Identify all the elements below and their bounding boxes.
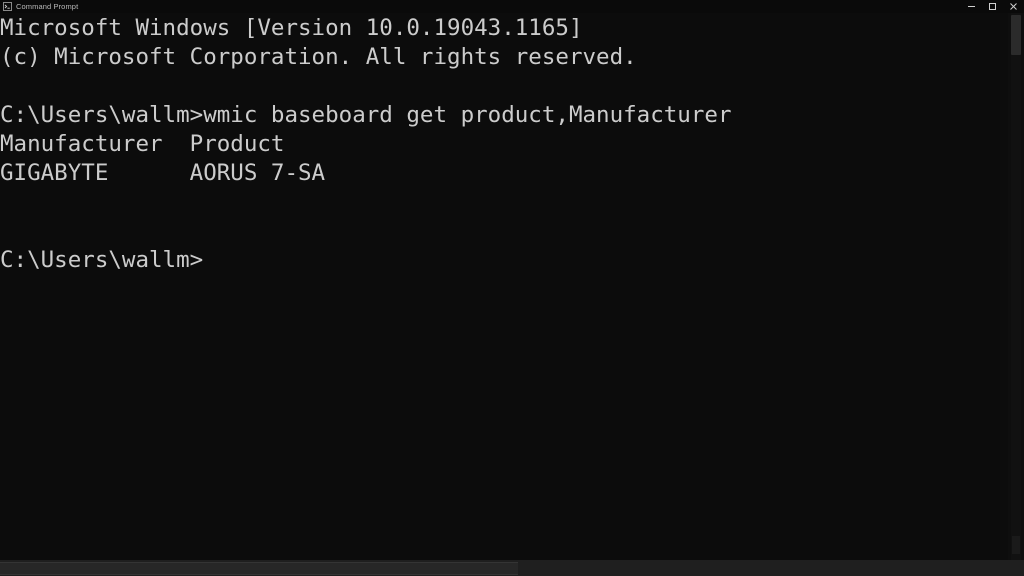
- close-button[interactable]: [1003, 0, 1024, 13]
- horizontal-scrollbar[interactable]: [0, 560, 1024, 576]
- terminal-result-row: GIGABYTE AORUS 7-SA: [0, 160, 326, 186]
- terminal-result-header: Manufacturer Product: [0, 131, 285, 157]
- terminal-prompt-line: C:\Users\wallm>: [0, 247, 204, 273]
- horizontal-scrollbar-thumb[interactable]: [0, 562, 518, 575]
- title-bar[interactable]: Command Prompt: [0, 0, 1024, 13]
- terminal-screen: Microsoft Windows [Version 10.0.19043.11…: [0, 13, 732, 275]
- maximize-button[interactable]: [982, 0, 1003, 13]
- terminal-command-line: C:\Users\wallm>wmic baseboard get produc…: [0, 102, 732, 128]
- vertical-scrollbar-track[interactable]: [1011, 13, 1021, 560]
- window-controls: [961, 0, 1024, 13]
- title-bar-left: Command Prompt: [0, 0, 961, 13]
- terminal-output-area[interactable]: Microsoft Windows [Version 10.0.19043.11…: [0, 13, 1008, 560]
- terminal-line: Microsoft Windows [Version 10.0.19043.11…: [0, 15, 583, 41]
- vertical-scrollbar-thumb[interactable]: [1011, 15, 1021, 55]
- console-icon: [3, 2, 16, 11]
- terminal-line: (c) Microsoft Corporation. All rights re…: [0, 44, 637, 70]
- scrollbar-corner: [1008, 560, 1024, 576]
- window-title: Command Prompt: [16, 2, 79, 11]
- vertical-scrollbar-down-arrow[interactable]: [1012, 536, 1020, 554]
- vertical-scrollbar[interactable]: [1008, 13, 1024, 560]
- minimize-button[interactable]: [961, 0, 982, 13]
- command-prompt-window: Command Prompt Microsoft Windows [Versio…: [0, 0, 1024, 576]
